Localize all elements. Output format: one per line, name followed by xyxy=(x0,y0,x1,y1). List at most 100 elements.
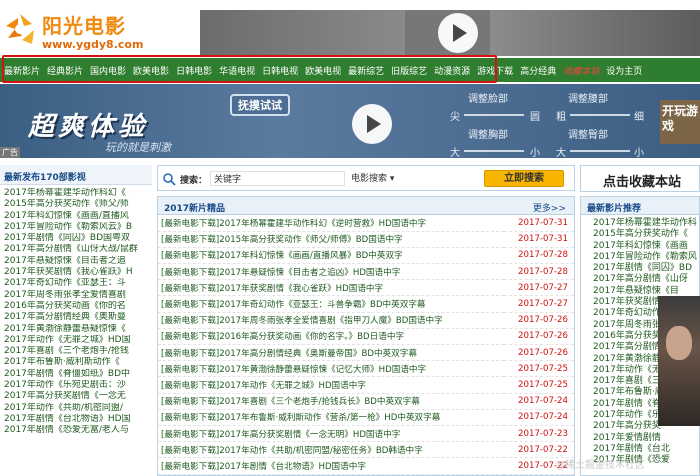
nav-item-western[interactable]: 欧美电影 xyxy=(133,64,169,77)
table-row[interactable]: [最新电影下载]2017年动作《无罪之城》HD国语中字 2017-07-25 xyxy=(158,376,574,394)
table-row[interactable]: [最新电影下载]2017年黄渤徐静蕾悬疑惊悚《记忆大师》HD国语中字 2017-0… xyxy=(158,360,574,378)
table-row[interactable]: [最新电影下载]2017年剧情《台北物语》HD国语中字 2017-07-22 xyxy=(158,457,574,475)
adjust-slider[interactable] xyxy=(464,150,524,152)
top-video-ad[interactable] xyxy=(200,10,700,56)
game-ad-banner[interactable]: 超爽体验 玩的就是刺激 抚摸试试 调整脸部 调整腰部 调整胸部 调整臀部 尖 圆… xyxy=(0,84,700,158)
list-item[interactable]: 2016年高分获奖动画《你的名 xyxy=(4,301,152,312)
table-row[interactable]: [最新电影下载]2017年获奖剧情《我心雀跃》HD国语中字 2017-07-27 xyxy=(158,279,574,297)
nav-item-domestic[interactable]: 国内电影 xyxy=(90,64,126,77)
nav-item-cn-tv[interactable]: 华语电视 xyxy=(219,64,255,77)
table-row[interactable]: [最新电影下载]2017年杨幂霍建华动作科幻《逆时营救》HD国语中字 2017-0… xyxy=(158,215,574,232)
nav-item-top-rated[interactable]: 高分经典 xyxy=(520,64,556,77)
list-item[interactable]: 2017年喜剧《三个老炮手/抢钱 xyxy=(4,346,152,357)
table-row[interactable]: [最新电影下载]2017年科幻惊悚《画画/直播风暴》BD中英双字 2017-07-… xyxy=(158,247,574,265)
list-item[interactable]: 2017年周冬雨张孝全爱情喜剧 xyxy=(4,290,152,301)
nav-item-old-variety[interactable]: 旧版综艺 xyxy=(391,64,427,77)
search-type-select[interactable]: 电影搜索 ▾ xyxy=(351,171,394,184)
table-row[interactable]: [最新电影下载]2017年动作《共助/机密同盟/秘密任务》BD韩语中字 2017-… xyxy=(158,441,574,459)
adjust-slider[interactable] xyxy=(464,114,524,116)
release-date: 2017-07-31 xyxy=(504,231,574,248)
list-item[interactable]: 2017年剧情《同囚》BD国粤双 xyxy=(4,233,152,244)
adjust-slider[interactable] xyxy=(570,114,630,116)
movie-title-link[interactable]: [最新电影下载]2017年悬疑惊悚《目击者之追凶》HD国语中字 xyxy=(158,263,504,281)
list-item[interactable]: 2017年冒险动作《勒索风 xyxy=(593,252,699,263)
movie-title-link[interactable]: [最新电影下载]2017年高分剧情经典《奥斯曼帝国》BD中英双字幕 xyxy=(158,344,504,362)
list-item[interactable]: 2017年科幻惊悚《画画/直播风 xyxy=(4,211,152,222)
search-button[interactable]: 立即搜索 xyxy=(484,170,564,187)
list-item[interactable]: 2017年高分获奖剧情《一念无 xyxy=(4,391,152,402)
list-item[interactable]: 2017年高分剧情《山伢 xyxy=(593,274,699,285)
table-row[interactable]: [最新电影下载]2017年布鲁斯·威利斯动作《营杀/第一枪》HD中英双字幕 201… xyxy=(158,409,574,426)
list-item[interactable]: 2017年杨幂霍建华动作科幻《 xyxy=(4,188,152,199)
list-item[interactable]: 2017年黄渤徐静蕾悬疑惊悚《 xyxy=(4,324,152,335)
site-logo[interactable]: 阳光电影 www.ygdy8.com xyxy=(0,8,160,54)
scale-word: 大 xyxy=(450,148,460,158)
table-row[interactable]: [最新电影下载]2017年奇幻动作《亚瑟王：斗兽争霸》BD中英双字幕 2017-0… xyxy=(158,295,574,313)
play-icon[interactable] xyxy=(352,104,392,144)
scale-word: 小 xyxy=(530,148,540,158)
list-item[interactable]: 2017年剧情《脊僵如纸》BD中 xyxy=(4,369,152,380)
list-item[interactable]: 2017年高分剧情经典《奥斯曼 xyxy=(4,312,152,323)
movie-title-link[interactable]: [最新电影下载]2017年杨幂霍建华动作科幻《逆时营救》HD国语中字 xyxy=(158,215,504,232)
movie-title-link[interactable]: [最新电影下载]2017年黄渤徐静蕾悬疑惊悚《记忆大师》HD国语中字 xyxy=(158,360,504,378)
nav-item-jpkr-tv[interactable]: 日韩电视 xyxy=(262,64,298,77)
movie-title-link[interactable]: [最新电影下载]2017年高分获奖剧情《一念无明》HD国语中字 xyxy=(158,425,504,443)
more-link[interactable]: 更多>> xyxy=(533,201,566,214)
nav-item-latest[interactable]: 最新影片 xyxy=(4,64,40,77)
list-item[interactable]: 2017年动作《无罪之城》HD国 xyxy=(4,335,152,346)
table-row[interactable]: [最新电影下载]2017年悬疑惊悚《目击者之追凶》HD国语中字 2017-07-2… xyxy=(158,263,574,281)
nav-item-classic[interactable]: 经典影片 xyxy=(47,64,83,77)
list-item[interactable]: 2017年杨幂霍建华动作科 xyxy=(593,218,699,229)
movie-title-link[interactable]: [最新电影下载]2017年布鲁斯·威利斯动作《营杀/第一枪》HD中英双字幕 xyxy=(158,409,504,426)
list-item[interactable]: 2017年冒险动作《勒索风云》B xyxy=(4,222,152,233)
list-item[interactable]: 2017年科幻惊悚《画画 xyxy=(593,241,699,252)
movie-title-link[interactable]: [最新电影下载]2016年高分获奖动画《你的名字。》BD日语中字 xyxy=(158,328,504,346)
nav-item-western-tv[interactable]: 欧美电视 xyxy=(305,64,341,77)
list-item[interactable]: 2017年剧情《台北物语》HD国 xyxy=(4,414,152,425)
list-item[interactable]: 2017年悬疑惊悚《目击者之追 xyxy=(4,256,152,267)
table-row[interactable]: [最新电影下载]2015年高分获奖动作《师父/师傅》BD国语中字 2017-07-… xyxy=(158,231,574,248)
list-item[interactable]: 2017年爱情剧情 xyxy=(593,433,699,444)
play-game-badge[interactable]: 开玩游戏 xyxy=(660,100,700,144)
list-item[interactable]: 2015年高分获奖动作《 xyxy=(593,229,699,240)
nav-item-games[interactable]: 游戏下载 xyxy=(477,64,513,77)
movie-title-link[interactable]: [最新电影下载]2017年获奖剧情《我心雀跃》HD国语中字 xyxy=(158,279,504,297)
table-row[interactable]: [最新电影下载]2017年喜剧《三个老炮手/抢钱兵长》BD中英双字幕 2017-0… xyxy=(158,393,574,410)
play-icon[interactable] xyxy=(438,13,478,53)
list-item[interactable]: 2017年动作《乐宛史剧击：沙 xyxy=(4,380,152,391)
nav-item-jpkr[interactable]: 日韩电影 xyxy=(176,64,212,77)
release-date: 2017-07-25 xyxy=(504,376,574,394)
list-item[interactable]: 2017年奇幻动作《亚瑟王：斗 xyxy=(4,278,152,289)
movie-title-link[interactable]: [最新电影下载]2017年剧情《台北物语》HD国语中字 xyxy=(158,457,504,475)
floating-video-ad[interactable] xyxy=(658,296,700,426)
nav-item-set-home[interactable]: 设为主页 xyxy=(606,64,642,77)
movie-title-link[interactable]: [最新电影下载]2017年动作《无罪之城》HD国语中字 xyxy=(158,376,504,394)
movie-title-link[interactable]: [最新电影下载]2017年喜剧《三个老炮手/抢钱兵长》BD中英双字幕 xyxy=(158,393,504,410)
movie-title-link[interactable]: [最新电影下载]2017年科幻惊悚《画画/直播风暴》BD中英双字 xyxy=(158,247,504,265)
movie-title-link[interactable]: [最新电影下载]2015年高分获奖动作《师父/师傅》BD国语中字 xyxy=(158,231,504,248)
list-item[interactable]: 2017年布鲁斯·威利斯动作《 xyxy=(4,357,152,368)
scale-word: 圆 xyxy=(530,112,540,123)
adjust-label: 调整胸部 xyxy=(468,130,508,141)
list-item[interactable]: 2017年高分剧情《山伢大战/鼠群 xyxy=(4,244,152,255)
list-item[interactable]: 2017年剧情《同囚》BD xyxy=(593,263,699,274)
movie-title-link[interactable]: [最新电影下载]2017年奇幻动作《亚瑟王：斗兽争霸》BD中英双字幕 xyxy=(158,295,504,313)
table-row[interactable]: [最新电影下载]2017年周冬雨张孝全爱情喜剧《指甲刀人魔》BD国语中字 2017… xyxy=(158,312,574,329)
list-item[interactable]: 2017年动作《共助/机密同盟/ xyxy=(4,403,152,414)
list-item[interactable]: 2017年剧情《恐爱无富/老人与 xyxy=(4,425,152,436)
nav-item-bookmark[interactable]: 收藏本站 xyxy=(563,64,599,77)
movie-title-link[interactable]: [最新电影下载]2017年动作《共助/机密同盟/秘密任务》BD韩语中字 xyxy=(158,441,504,459)
nav-item-variety[interactable]: 最新综艺 xyxy=(348,64,384,77)
nav-item-anime[interactable]: 动漫资源 xyxy=(434,64,470,77)
table-row[interactable]: [最新电影下载]2017年高分获奖剧情《一念无明》HD国语中字 2017-07-2… xyxy=(158,425,574,443)
list-item[interactable]: 2015年高分获奖动作《师父/师 xyxy=(4,199,152,210)
adjust-slider[interactable] xyxy=(570,150,630,152)
movie-title-link[interactable]: [最新电影下载]2017年周冬雨张孝全爱情喜剧《指甲刀人魔》BD国语中字 xyxy=(158,312,504,329)
try-button[interactable]: 抚摸试试 xyxy=(230,94,290,116)
table-row[interactable]: [最新电影下载]2017年高分剧情经典《奥斯曼帝国》BD中英双字幕 2017-07… xyxy=(158,344,574,362)
search-input[interactable] xyxy=(210,171,345,186)
bookmark-site-button[interactable]: 点击收藏本站 xyxy=(580,165,700,192)
table-row[interactable]: [最新电影下载]2016年高分获奖动画《你的名字。》BD日语中字 2017-07-… xyxy=(158,328,574,346)
list-item[interactable]: 2017年获奖剧情《我心雀跃》H xyxy=(4,267,152,278)
list-item[interactable]: 2017年剧情《台北 xyxy=(593,444,699,455)
